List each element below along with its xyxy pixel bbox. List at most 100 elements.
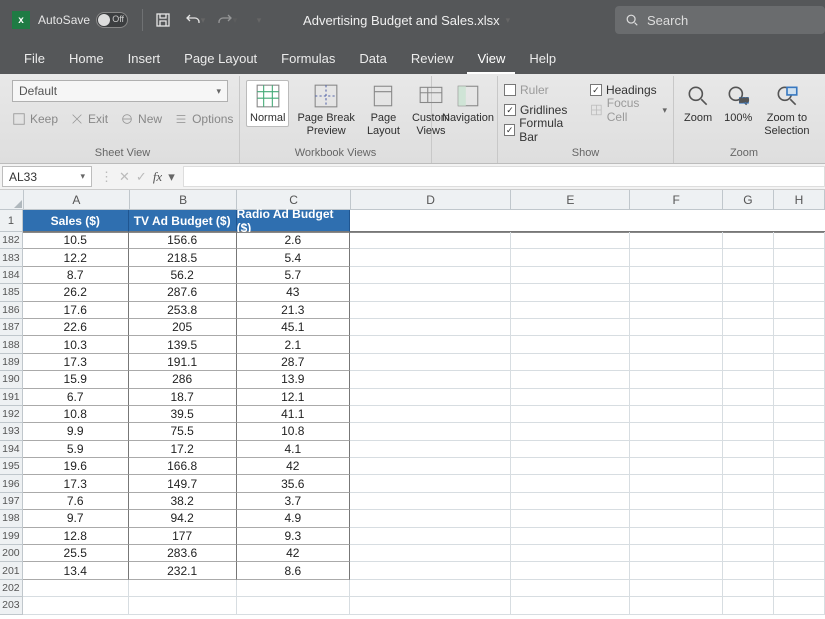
cell[interactable] bbox=[350, 336, 511, 353]
exit-button[interactable]: Exit bbox=[70, 112, 108, 126]
sheet-view-selector[interactable]: Default ▾ bbox=[12, 80, 228, 102]
spreadsheet-grid[interactable]: ABCDEFGH 1Sales ($)TV Ad Budget ($)Radio… bbox=[0, 190, 825, 619]
cell[interactable]: 8.7 bbox=[23, 267, 129, 284]
table-header-cell[interactable]: Radio Ad Budget ($) bbox=[237, 210, 351, 232]
cell[interactable] bbox=[350, 389, 511, 406]
cell[interactable] bbox=[723, 545, 774, 562]
cell[interactable] bbox=[630, 441, 723, 458]
cell[interactable] bbox=[630, 267, 723, 284]
cell[interactable] bbox=[774, 284, 825, 301]
cell[interactable] bbox=[723, 406, 774, 423]
cell[interactable]: 5.4 bbox=[237, 249, 351, 266]
cell[interactable]: 21.3 bbox=[237, 302, 351, 319]
menu-file[interactable]: File bbox=[14, 44, 55, 74]
col-header-G[interactable]: G bbox=[723, 190, 774, 210]
cell[interactable]: 218.5 bbox=[129, 249, 237, 266]
col-header-E[interactable]: E bbox=[511, 190, 630, 210]
cell[interactable] bbox=[723, 493, 774, 510]
cell[interactable]: 4.1 bbox=[237, 441, 351, 458]
cell[interactable] bbox=[723, 423, 774, 440]
cell[interactable] bbox=[723, 562, 774, 579]
cell[interactable]: 9.3 bbox=[237, 528, 351, 545]
cell[interactable] bbox=[723, 371, 774, 388]
cell[interactable] bbox=[723, 336, 774, 353]
cell[interactable]: 286 bbox=[129, 371, 237, 388]
cell[interactable] bbox=[774, 319, 825, 336]
cell[interactable]: 56.2 bbox=[129, 267, 237, 284]
qat-customize-icon[interactable]: ▾ bbox=[243, 6, 275, 34]
cell[interactable]: 4.9 bbox=[237, 510, 351, 527]
cell[interactable] bbox=[511, 528, 630, 545]
cell[interactable] bbox=[774, 458, 825, 475]
empty-header-cell[interactable] bbox=[774, 210, 825, 232]
cell[interactable] bbox=[774, 371, 825, 388]
cell[interactable] bbox=[723, 232, 774, 249]
col-header-F[interactable]: F bbox=[630, 190, 723, 210]
cell[interactable] bbox=[350, 302, 511, 319]
cell[interactable] bbox=[350, 354, 511, 371]
cancel-formula-icon[interactable]: ✕ bbox=[119, 169, 130, 185]
cell[interactable] bbox=[129, 580, 237, 597]
cell[interactable] bbox=[630, 580, 723, 597]
cell[interactable] bbox=[511, 319, 630, 336]
col-header-B[interactable]: B bbox=[130, 190, 238, 210]
cell[interactable] bbox=[723, 475, 774, 492]
row-header[interactable]: 196 bbox=[0, 475, 23, 492]
cell[interactable] bbox=[630, 319, 723, 336]
cell[interactable] bbox=[774, 336, 825, 353]
cell[interactable] bbox=[723, 267, 774, 284]
cell[interactable]: 8.6 bbox=[237, 562, 351, 579]
row-header[interactable]: 187 bbox=[0, 319, 23, 336]
cell[interactable]: 253.8 bbox=[129, 302, 237, 319]
cell[interactable] bbox=[511, 597, 630, 614]
cell[interactable]: 42 bbox=[237, 545, 351, 562]
cell[interactable] bbox=[774, 354, 825, 371]
cell[interactable]: 5.7 bbox=[237, 267, 351, 284]
cell[interactable] bbox=[723, 441, 774, 458]
cell[interactable] bbox=[723, 580, 774, 597]
row-header-1[interactable]: 1 bbox=[0, 210, 23, 232]
enter-formula-icon[interactable]: ✓ bbox=[136, 169, 147, 185]
page-layout-button[interactable]: Page Layout bbox=[363, 80, 404, 139]
cell[interactable]: 9.7 bbox=[23, 510, 129, 527]
row-header[interactable]: 200 bbox=[0, 545, 23, 562]
options-button[interactable]: Options bbox=[174, 112, 233, 126]
zoom-to-selection-button[interactable]: Zoom to Selection bbox=[760, 80, 813, 139]
cell[interactable] bbox=[774, 267, 825, 284]
cell[interactable] bbox=[350, 371, 511, 388]
cell[interactable] bbox=[774, 232, 825, 249]
menu-help[interactable]: Help bbox=[519, 44, 566, 74]
cell[interactable] bbox=[237, 580, 351, 597]
cell[interactable] bbox=[723, 319, 774, 336]
cell[interactable] bbox=[350, 249, 511, 266]
cell[interactable]: 12.2 bbox=[23, 249, 129, 266]
row-header[interactable]: 184 bbox=[0, 267, 23, 284]
empty-header-cell[interactable] bbox=[630, 210, 723, 232]
cell[interactable] bbox=[511, 232, 630, 249]
table-header-cell[interactable]: TV Ad Budget ($) bbox=[129, 210, 237, 232]
save-icon[interactable] bbox=[147, 6, 179, 34]
cell[interactable] bbox=[350, 267, 511, 284]
cell[interactable]: 9.9 bbox=[23, 423, 129, 440]
row-header[interactable]: 192 bbox=[0, 406, 23, 423]
cell[interactable] bbox=[511, 336, 630, 353]
cell[interactable] bbox=[511, 458, 630, 475]
cell[interactable] bbox=[350, 458, 511, 475]
empty-header-cell[interactable] bbox=[723, 210, 774, 232]
cell[interactable] bbox=[511, 493, 630, 510]
cell[interactable]: 41.1 bbox=[237, 406, 351, 423]
cell[interactable]: 139.5 bbox=[129, 336, 237, 353]
cell[interactable] bbox=[774, 545, 825, 562]
cell[interactable] bbox=[630, 232, 723, 249]
cell[interactable] bbox=[350, 284, 511, 301]
cell[interactable]: 17.2 bbox=[129, 441, 237, 458]
row-header[interactable]: 185 bbox=[0, 284, 23, 301]
cell[interactable] bbox=[350, 475, 511, 492]
undo-icon[interactable]: ▾ bbox=[179, 6, 211, 34]
cell[interactable] bbox=[350, 406, 511, 423]
row-header[interactable]: 193 bbox=[0, 423, 23, 440]
cell[interactable]: 2.6 bbox=[237, 232, 351, 249]
cell[interactable] bbox=[511, 580, 630, 597]
row-header[interactable]: 183 bbox=[0, 249, 23, 266]
cell[interactable] bbox=[511, 389, 630, 406]
